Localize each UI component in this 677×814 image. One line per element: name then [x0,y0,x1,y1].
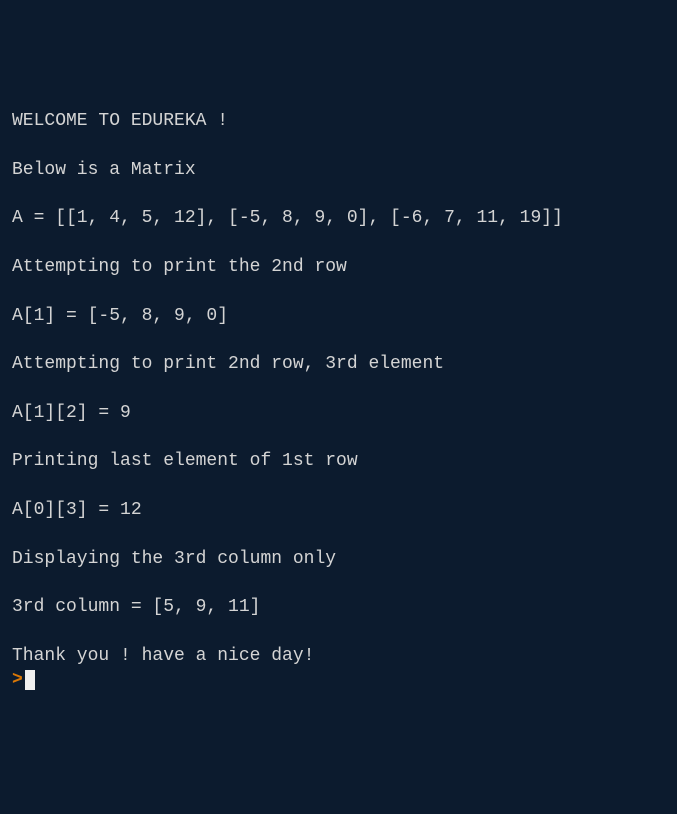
prompt-symbol: > [12,668,23,692]
terminal-line: A[1][2] = 9 [12,401,665,425]
terminal-line: Attempting to print 2nd row, 3rd element [12,352,665,376]
terminal-line: A[0][3] = 12 [12,498,665,522]
terminal-line [12,571,665,595]
terminal-line: Attempting to print the 2nd row [12,255,665,279]
terminal-line: WELCOME TO EDUREKA ! [12,109,665,133]
terminal-line: 3rd column = [5, 9, 11] [12,595,665,619]
terminal-line [12,425,665,449]
terminal-line: A = [[1, 4, 5, 12], [-5, 8, 9, 0], [-6, … [12,206,665,230]
terminal-line: Displaying the 3rd column only [12,547,665,571]
terminal-line: Below is a Matrix [12,158,665,182]
prompt-line[interactable]: > [12,668,665,692]
terminal-line: Printing last element of 1st row [12,449,665,473]
terminal-output: WELCOME TO EDUREKA ! Below is a Matrix A… [12,109,665,668]
terminal-line [12,619,665,643]
terminal-line [12,231,665,255]
terminal-line: A[1] = [-5, 8, 9, 0] [12,304,665,328]
terminal-line [12,133,665,157]
terminal-line [12,328,665,352]
cursor [25,670,35,690]
terminal-line [12,522,665,546]
terminal-line [12,376,665,400]
terminal-line [12,182,665,206]
terminal-line: Thank you ! have a nice day! [12,644,665,668]
terminal-line [12,474,665,498]
terminal-line [12,279,665,303]
